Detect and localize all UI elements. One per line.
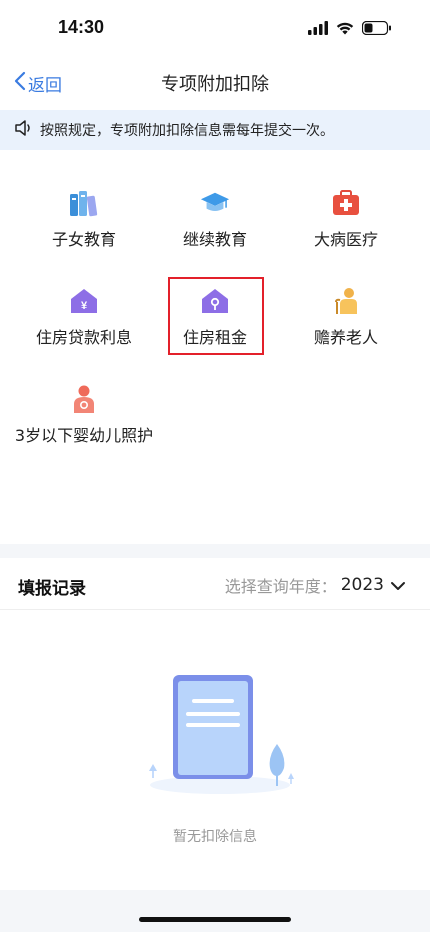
deduction-label: 赡养老人: [313, 328, 378, 347]
home-indicator: [139, 917, 291, 922]
deduction-label: 子女教育: [51, 230, 116, 249]
empty-state-illustration: [140, 668, 300, 812]
deduction-housing-loan-interest[interactable]: ¥ 住房贷款利息: [14, 286, 154, 350]
status-time: 14:30: [58, 17, 105, 37]
records-title: 填报记录: [18, 579, 86, 599]
wifi-icon: [336, 20, 354, 39]
status-icons: [308, 20, 392, 39]
house-yuan-icon: ¥: [69, 286, 99, 316]
chevron-down-icon: [390, 576, 406, 595]
medical-kit-icon: [331, 188, 361, 218]
deduction-serious-illness[interactable]: 大病医疗: [276, 188, 416, 252]
svg-text:¥: ¥: [81, 300, 88, 312]
elderly-person-icon: [331, 286, 361, 316]
deduction-label: 大病医疗: [313, 230, 378, 249]
page-title: 专项附加扣除: [161, 74, 269, 95]
deduction-label: 继续教育: [182, 230, 247, 249]
mother-baby-icon: [69, 384, 99, 414]
deduction-children-education[interactable]: 子女教育: [14, 188, 154, 252]
year-value: 2023: [340, 575, 384, 595]
deduction-elderly-support[interactable]: 赡养老人: [276, 286, 416, 350]
deduction-infant-care[interactable]: 3岁以下婴幼儿照护: [14, 384, 154, 448]
deduction-continuing-education[interactable]: 继续教育: [145, 188, 285, 252]
speaker-icon: [14, 119, 40, 141]
records-panel: 填报记录 选择查询年度： 2023 暂无扣除信息: [0, 558, 430, 890]
records-header: 填报记录 选择查询年度： 2023: [0, 558, 430, 610]
year-selector[interactable]: 选择查询年度： 2023: [225, 573, 406, 597]
status-bar: 14:30: [0, 0, 430, 56]
signal-icon: [308, 20, 328, 39]
deduction-label: 住房贷款利息: [35, 328, 132, 347]
nav-bar: 返回 专项附加扣除: [0, 56, 430, 110]
books-icon: [69, 188, 99, 218]
year-prompt: 选择查询年度：: [224, 577, 337, 596]
deduction-label: 3岁以下婴幼儿照护: [14, 426, 154, 445]
notice-banner: 按照规定，专项附加扣除信息需每年提交一次。: [0, 110, 430, 150]
notice-text: 按照规定，专项附加扣除信息需每年提交一次。: [40, 123, 334, 139]
empty-state-text: 暂无扣除信息: [173, 829, 257, 845]
graduation-cap-icon: [200, 188, 230, 218]
battery-icon: [361, 20, 392, 39]
selection-highlight: [168, 277, 264, 355]
